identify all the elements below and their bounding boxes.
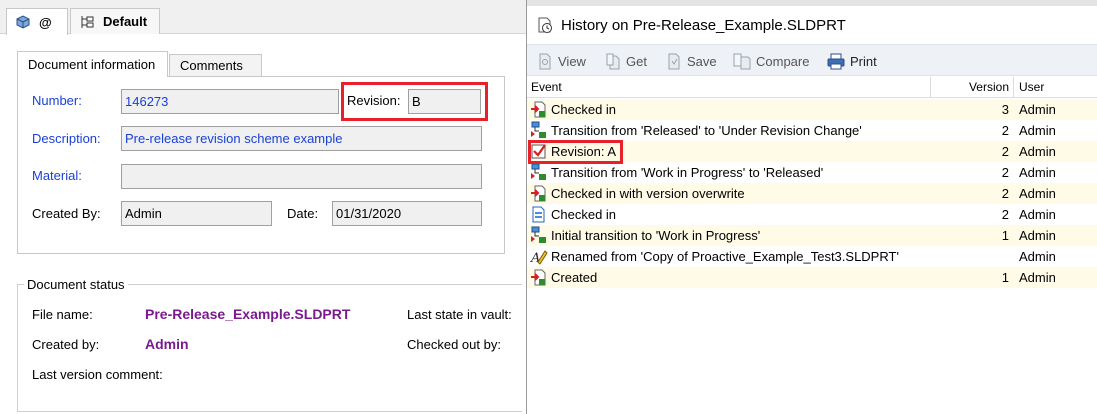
material-label[interactable]: Material: xyxy=(32,168,82,183)
description-label[interactable]: Description: xyxy=(32,131,101,146)
number-label[interactable]: Number: xyxy=(32,93,82,108)
tab-default-config[interactable]: Default xyxy=(70,8,160,34)
version-cell: 1 xyxy=(1001,228,1009,243)
workflow-transition-icon xyxy=(530,163,548,182)
history-title-bar: History on Pre-Release_Example.SLDPRT xyxy=(537,14,846,36)
print-button[interactable]: Print xyxy=(827,51,877,71)
svg-text:A: A xyxy=(530,251,540,266)
event-text: Transition from 'Released' to 'Under Rev… xyxy=(551,123,862,138)
compare-button[interactable]: Compare xyxy=(733,51,809,71)
table-row[interactable]: Initial transition to 'Work in Progress'… xyxy=(527,225,1097,246)
event-text: Renamed from 'Copy of Proactive_Example_… xyxy=(551,249,899,264)
file-name-label: File name: xyxy=(32,307,93,322)
get-button[interactable]: Get xyxy=(605,51,647,71)
table-row[interactable]: Created 1 Admin xyxy=(527,267,1097,288)
column-separator[interactable] xyxy=(930,77,931,98)
view-button[interactable]: View xyxy=(537,51,586,71)
part-config-icon xyxy=(15,14,31,30)
tab-part-config[interactable]: @ xyxy=(6,8,68,35)
workflow-transition-icon xyxy=(530,226,548,245)
save-icon xyxy=(666,53,682,70)
version-cell: 2 xyxy=(1001,123,1009,138)
last-version-comment-label: Last version comment: xyxy=(32,367,163,382)
checkin-icon xyxy=(530,184,548,203)
created-icon xyxy=(530,268,548,287)
compare-icon xyxy=(733,53,751,70)
save-button-label: Save xyxy=(687,53,717,69)
date-label: Date: xyxy=(287,206,319,221)
history-dialog: History on Pre-Release_Example.SLDPRT Vi… xyxy=(526,0,1097,414)
revision-highlight-box xyxy=(341,82,488,121)
history-title: History on Pre-Release_Example.SLDPRT xyxy=(561,16,846,34)
document-status-legend: Document status xyxy=(24,277,128,292)
get-button-label: Get xyxy=(626,53,647,69)
event-text: Checked in xyxy=(551,102,617,117)
view-button-label: View xyxy=(558,53,586,69)
tab-default-config-label: Default xyxy=(103,14,148,29)
created-by-label: Created By: xyxy=(32,206,101,221)
version-cell: 1 xyxy=(1001,270,1009,285)
table-row[interactable]: Transition from 'Work in Progress' to 'R… xyxy=(527,162,1097,183)
number-field[interactable]: 146273 xyxy=(121,89,339,114)
user-cell: Admin xyxy=(1019,123,1056,138)
user-cell: Admin xyxy=(1019,102,1056,117)
table-row[interactable]: Checked in 3 Admin xyxy=(527,99,1097,120)
column-separator[interactable] xyxy=(1013,77,1014,98)
table-row[interactable]: A Renamed from 'Copy of Proactive_Example… xyxy=(527,246,1097,267)
table-row[interactable]: Checked in 2 Admin xyxy=(527,204,1097,225)
save-button[interactable]: Save xyxy=(666,51,717,71)
configuration-tab-strip: @ Default xyxy=(0,0,526,35)
checked-out-by-label: Checked out by: xyxy=(407,337,501,352)
table-row[interactable]: Checked in with version overwrite 2 Admi… xyxy=(527,183,1097,204)
history-toolbar: View Get Save Compare Print xyxy=(527,44,1097,76)
tab-comments[interactable]: Comments xyxy=(169,54,262,76)
event-text: Initial transition to 'Work in Progress' xyxy=(551,228,761,243)
table-row[interactable]: Transition from 'Released' to 'Under Rev… xyxy=(527,120,1097,141)
config-tree-icon xyxy=(79,14,95,30)
version-cell: 2 xyxy=(1001,165,1009,180)
user-cell: Admin xyxy=(1019,165,1056,180)
revision-a-highlight-box xyxy=(528,140,623,164)
user-cell: Admin xyxy=(1019,270,1056,285)
event-text: Checked in xyxy=(551,207,617,222)
event-text: Transition from 'Work in Progress' to 'R… xyxy=(551,165,824,180)
tab-document-information[interactable]: Document information xyxy=(17,51,168,77)
column-header-version[interactable]: Version xyxy=(964,80,1009,94)
status-created-by-label: Created by: xyxy=(32,337,100,352)
rename-pencil-icon: A xyxy=(530,247,548,266)
material-field[interactable] xyxy=(121,164,482,189)
version-cell: 2 xyxy=(1001,207,1009,222)
tab-part-config-label: @ xyxy=(39,14,52,30)
description-field[interactable]: Pre-release revision scheme example xyxy=(121,126,482,151)
event-text: Created xyxy=(551,270,598,285)
column-header-user[interactable]: User xyxy=(1019,80,1044,94)
user-cell: Admin xyxy=(1019,186,1056,201)
document-checkin-icon xyxy=(530,205,548,224)
created-by-field[interactable]: Admin xyxy=(121,201,272,226)
user-cell: Admin xyxy=(1019,144,1056,159)
printer-icon xyxy=(827,53,845,70)
view-icon xyxy=(537,53,553,70)
history-icon xyxy=(537,17,553,34)
date-field[interactable]: 01/31/2020 xyxy=(332,201,482,226)
user-cell: Admin xyxy=(1019,249,1056,264)
checkin-icon xyxy=(530,100,548,119)
compare-button-label: Compare xyxy=(756,53,810,69)
dialog-top-edge xyxy=(527,0,1097,6)
version-cell: 2 xyxy=(1001,144,1009,159)
column-header-event[interactable]: Event xyxy=(531,80,562,94)
workflow-transition-icon xyxy=(530,121,548,140)
file-name-value: Pre-Release_Example.SLDPRT xyxy=(145,306,351,322)
user-cell: Admin xyxy=(1019,228,1056,243)
print-button-label: Print xyxy=(850,53,877,69)
version-cell: 2 xyxy=(1001,186,1009,201)
document-properties-panel: @ Default Document information Comments … xyxy=(0,0,526,414)
status-created-by-value: Admin xyxy=(145,336,189,352)
version-cell: 3 xyxy=(1001,102,1009,117)
history-table-header: Event Version User xyxy=(527,77,1097,98)
event-text: Checked in with version overwrite xyxy=(551,186,745,201)
user-cell: Admin xyxy=(1019,207,1056,222)
get-icon xyxy=(605,53,621,70)
last-state-label: Last state in vault: xyxy=(407,307,512,322)
